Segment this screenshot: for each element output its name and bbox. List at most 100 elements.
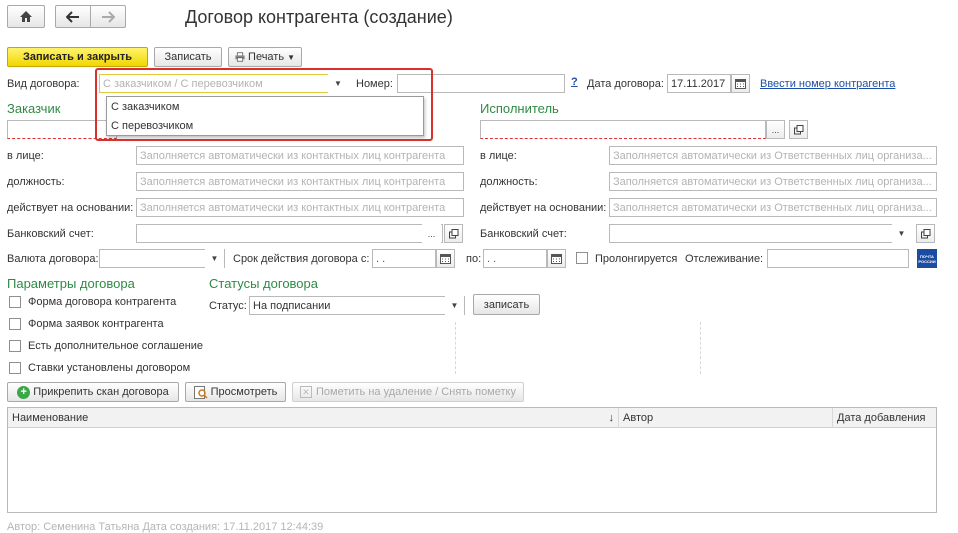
- home-button[interactable]: [7, 5, 45, 28]
- period-to-label: по:: [466, 253, 482, 265]
- view-label: Просмотреть: [210, 386, 278, 398]
- forward-button[interactable]: [90, 5, 126, 28]
- attach-scan-button[interactable]: + Прикрепить скан договора: [7, 382, 179, 402]
- prolong-label: Пролонгируется: [595, 253, 678, 265]
- print-label: Печать: [248, 51, 285, 63]
- print-button[interactable]: Печать ▼: [228, 47, 302, 67]
- customer-bank-open-button[interactable]: [444, 224, 463, 243]
- chevron-down-icon: ▼: [287, 52, 295, 62]
- status-label: Статус:: [209, 300, 247, 312]
- executor-bank-dropdown-button[interactable]: ▼: [892, 224, 911, 243]
- footer-author-info: Автор: Семенина Татьяна Дата создания: 1…: [7, 521, 324, 533]
- window-title: Договор контрагента (создание): [185, 7, 453, 27]
- attachments-table[interactable]: Наименование ↓ Автор Дата добавления: [7, 407, 937, 513]
- divider: [455, 322, 456, 374]
- executor-basis-input[interactable]: Заполняется автоматически из Ответственн…: [609, 198, 937, 217]
- printer-icon: [235, 52, 245, 62]
- executor-select-button[interactable]: ...: [766, 120, 785, 139]
- chevron-down-icon: ▼: [897, 229, 906, 238]
- column-header-name[interactable]: Наименование ↓: [8, 408, 619, 428]
- params-section-title: Параметры договора: [7, 276, 135, 291]
- executor-open-button[interactable]: [789, 120, 808, 139]
- executor-bank-label: Банковский счет:: [480, 228, 567, 240]
- chevron-down-icon: ▼: [450, 301, 459, 310]
- attach-scan-label: Прикрепить скан договора: [33, 386, 169, 398]
- status-select[interactable]: На подписании: [249, 296, 465, 315]
- mark-delete-label: Пометить на удаление / Снять пометку: [316, 386, 516, 398]
- customer-basis-label: действует на основании:: [7, 202, 134, 214]
- executor-position-input[interactable]: Заполняется автоматически из Ответственн…: [609, 172, 937, 191]
- prolong-checkbox[interactable]: [576, 252, 588, 264]
- mark-delete-button[interactable]: ✕ Пометить на удаление / Снять пометку: [292, 382, 524, 402]
- customer-position-label: должность:: [7, 176, 65, 188]
- customer-basis-input[interactable]: Заполняется автоматически из контактных …: [136, 198, 464, 217]
- column-header-author[interactable]: Автор: [619, 408, 833, 428]
- open-icon: [793, 124, 803, 134]
- executor-bank-open-button[interactable]: [916, 224, 935, 243]
- column-header-name-label: Наименование: [12, 412, 89, 424]
- statuses-section-title: Статусы договора: [209, 276, 319, 291]
- home-icon: [20, 11, 32, 22]
- period-to-input[interactable]: . .: [483, 249, 547, 268]
- status-write-button[interactable]: записать: [473, 294, 540, 315]
- period-from-calendar-button[interactable]: [436, 249, 455, 268]
- russian-post-logo[interactable]: ПОЧТА РОССИИ: [917, 249, 937, 268]
- sort-arrow-icon: ↓: [608, 412, 615, 424]
- checkbox-contractor-form[interactable]: [9, 296, 21, 308]
- delete-mark-icon: ✕: [300, 386, 312, 398]
- chevron-down-icon: ▼: [210, 254, 219, 263]
- calendar-icon: [735, 78, 746, 89]
- customer-position-input[interactable]: Заполняется автоматически из контактных …: [136, 172, 464, 191]
- checkbox-request-form[interactable]: [9, 318, 21, 330]
- back-button[interactable]: [55, 5, 91, 28]
- period-from-input[interactable]: . .: [372, 249, 436, 268]
- contract-type-label: Вид договора:: [7, 78, 80, 90]
- currency-dropdown-button[interactable]: ▼: [205, 249, 224, 268]
- open-icon: [448, 228, 458, 238]
- period-from-label: Срок действия договора с:: [233, 253, 370, 265]
- enter-contractor-number-link[interactable]: Ввести номер контрагента: [760, 78, 895, 90]
- tracking-input[interactable]: [767, 249, 909, 268]
- customer-bank-select-button[interactable]: ...: [422, 224, 441, 243]
- save-button[interactable]: Записать: [154, 47, 222, 67]
- customer-bank-label: Банковский счет:: [7, 228, 94, 240]
- executor-basis-label: действует на основании:: [480, 202, 607, 214]
- customer-in-person-input[interactable]: Заполняется автоматически из контактных …: [136, 146, 464, 165]
- view-button[interactable]: Просмотреть: [185, 382, 286, 402]
- checkbox-rates-by-contract[interactable]: [9, 362, 21, 374]
- executor-in-person-label: в лице:: [480, 150, 517, 162]
- checkbox-additional-agreement-label: Есть дополнительное соглашение: [28, 340, 204, 352]
- checkbox-contractor-form-label: Форма договора контрагента: [28, 296, 177, 308]
- divider: [700, 322, 701, 374]
- currency-label: Валюта договора:: [7, 253, 99, 265]
- save-and-close-button[interactable]: Записать и закрыть: [7, 47, 148, 67]
- executor-section-title: Исполнитель: [480, 101, 559, 116]
- highlight-frame: [95, 68, 433, 141]
- date-input[interactable]: 17.11.2017: [667, 74, 731, 93]
- tracking-label: Отслеживание:: [685, 253, 764, 265]
- checkbox-additional-agreement[interactable]: [9, 340, 21, 352]
- executor-position-label: должность:: [480, 176, 538, 188]
- checkbox-request-form-label: Форма заявок контрагента: [28, 318, 164, 330]
- customer-section-title: Заказчик: [7, 101, 61, 116]
- executor-organization-input[interactable]: [480, 120, 766, 139]
- checkbox-rates-by-contract-label: Ставки установлены договором: [28, 362, 191, 374]
- table-header: Наименование ↓ Автор Дата добавления: [8, 408, 936, 428]
- plus-circle-icon: +: [17, 385, 31, 399]
- calendar-icon: [440, 253, 451, 264]
- help-icon[interactable]: ?: [571, 76, 578, 88]
- russian-post-logo-text: ПОЧТА РОССИИ: [918, 253, 936, 264]
- calendar-button[interactable]: [731, 74, 750, 93]
- customer-in-person-label: в лице:: [7, 150, 44, 162]
- period-to-calendar-button[interactable]: [547, 249, 566, 268]
- arrow-right-icon: [102, 10, 115, 23]
- open-icon: [920, 228, 930, 238]
- view-document-icon: [193, 385, 208, 399]
- calendar-icon: [551, 253, 562, 264]
- customer-bank-input[interactable]: [136, 224, 443, 243]
- column-header-date-added[interactable]: Дата добавления: [833, 408, 936, 428]
- status-dropdown-button[interactable]: ▼: [445, 296, 464, 315]
- executor-bank-select[interactable]: [609, 224, 908, 243]
- arrow-left-icon: [66, 10, 79, 23]
- executor-in-person-input[interactable]: Заполняется автоматически из Ответственн…: [609, 146, 937, 165]
